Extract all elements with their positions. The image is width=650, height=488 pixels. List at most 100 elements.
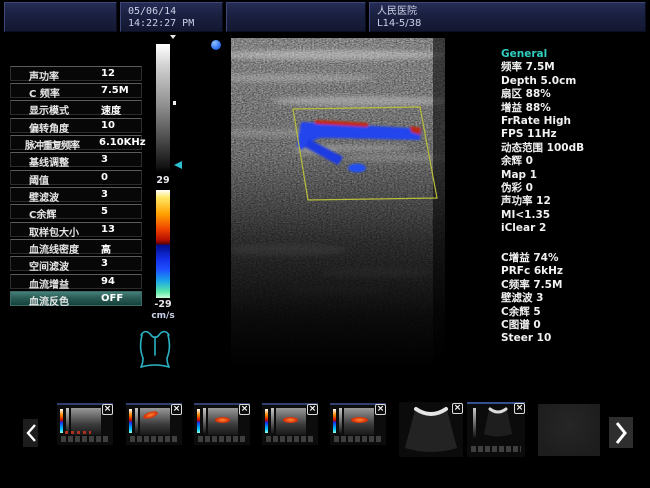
param-value: 速度 (101, 102, 121, 117)
thumbnail-1[interactable]: × (57, 403, 113, 445)
param-value: 3 (101, 189, 108, 200)
param-value: 5 (101, 206, 108, 217)
thumb-flow-blob (215, 417, 230, 423)
velocity-unit-label: cm/s (146, 311, 180, 321)
param-value: 高 (101, 241, 111, 256)
param-value: 13 (101, 224, 115, 235)
info-line-steer: Steer 10 (501, 332, 647, 345)
thumbnail-2[interactable]: × (126, 403, 182, 445)
thumbnail-3[interactable]: × (194, 403, 250, 445)
param-row-threshold[interactable]: 阈值0 (10, 170, 142, 185)
param-label: 血流增益 (29, 276, 69, 291)
param-row-color-gain[interactable]: 血流增益 94 (10, 274, 142, 289)
thumb-button-row (130, 436, 178, 442)
datetime-text: 05/06/1414:22:27 PM (128, 6, 194, 30)
date-text: 05/06/14 (128, 6, 176, 17)
ultrasound-image[interactable] (231, 38, 445, 368)
thumb-button-row (471, 446, 521, 452)
param-row-steer-angle[interactable]: 偏转角度10 (10, 118, 142, 133)
param-value: 6.10KHz (99, 137, 146, 148)
thumb-flow-blob (142, 410, 158, 420)
param-value: 94 (101, 276, 115, 287)
param-label: 空间滤波 (29, 258, 69, 273)
param-row-prf[interactable]: 脉冲重复频率6.10KHz (10, 135, 142, 150)
param-row-c-frequency[interactable]: C 频率7.5M (10, 83, 142, 98)
time-text: 14:22:27 PM (128, 18, 194, 29)
chevron-left-icon (25, 423, 37, 443)
param-label: 血流反色 (29, 293, 69, 308)
thumb-colorbar (60, 409, 63, 433)
thumb-button-row (198, 436, 246, 442)
thumbnail-5[interactable]: × (330, 403, 386, 445)
info-line-cgain: C增益 74% (501, 252, 647, 265)
param-label: 脉冲重复频率 (25, 137, 79, 152)
param-label: 基线调整 (29, 154, 69, 169)
thumb-colorbar (129, 409, 132, 433)
param-value: 12 (101, 68, 115, 79)
param-row-wall-filter[interactable]: 壁滤波 3 (10, 187, 142, 202)
probe-model: L14-5/38 (377, 18, 421, 29)
b-mode-info-panel: General 频率 7.5M Depth 5.0cm 扇区 88% 增益 88… (501, 48, 647, 236)
info-line-power: 声功率 12 (501, 195, 647, 208)
param-label: 偏转角度 (29, 120, 69, 135)
info-line-mi: MI<1.35 (501, 209, 647, 222)
param-label: 阈值 (29, 172, 49, 187)
thumb-colorbar (333, 409, 336, 433)
info-line-gain: 增益 88% (501, 102, 647, 115)
close-thumbnail-button[interactable]: × (307, 404, 318, 415)
info-line-wallfilter: 壁滤波 3 (501, 292, 647, 305)
thumb-flow-dots (65, 431, 91, 434)
thumb-image (344, 408, 374, 435)
param-label: 取样包大小 (29, 224, 79, 239)
focus-marker-icon (173, 101, 176, 105)
param-label: 壁滤波 (29, 189, 59, 204)
thumbnail-7[interactable]: × (467, 402, 525, 457)
close-thumbnail-button[interactable]: × (452, 403, 463, 414)
param-row-acoustic-power[interactable]: 声功率12 (10, 66, 142, 81)
thumb-graybar (473, 408, 476, 438)
param-row-display-mode[interactable]: 显示模式 速度 (10, 100, 142, 115)
thumbnail-8-empty[interactable] (538, 404, 600, 456)
next-page-button[interactable] (609, 417, 633, 448)
info-line-pseudocolor: 伪彩 0 (501, 182, 647, 195)
info-line-sector: 扇区 88% (501, 88, 647, 101)
param-row-packet-size[interactable]: 取样包大小 13 (10, 222, 142, 237)
close-thumbnail-button[interactable]: × (375, 404, 386, 415)
doppler-colorbar (156, 190, 170, 298)
c-mode-info-panel: C增益 74% PRFc 6kHz C频率 7.5M 壁滤波 3 C余辉 5 C… (501, 252, 647, 346)
close-thumbnail-button[interactable]: × (239, 404, 250, 415)
thumb-flow-blob (351, 417, 368, 423)
thumb-graybar (203, 408, 206, 434)
param-row-c-persistence[interactable]: C余辉5 (10, 204, 142, 219)
grayscale-bar (156, 44, 170, 172)
info-line-cpersist: C余辉 5 (501, 306, 647, 319)
param-value: 3 (101, 258, 108, 269)
thumb-graybar (271, 408, 274, 434)
param-row-flow-invert-selected[interactable]: 血流反色OFF (10, 291, 142, 306)
topbar-exam-panel (226, 2, 366, 32)
info-line-depth: Depth 5.0cm (501, 75, 647, 88)
close-thumbnail-button[interactable]: × (102, 404, 113, 415)
info-line-prfc: PRFc 6kHz (501, 265, 647, 278)
info-line-persist: 余辉 0 (501, 155, 647, 168)
param-row-spatial-filter[interactable]: 空间滤波 3 (10, 256, 142, 271)
topbar-datetime-panel: 05/06/1414:22:27 PM (120, 2, 223, 32)
prev-page-button[interactable] (23, 419, 38, 447)
focus-arrow-icon (174, 161, 182, 169)
param-row-line-density[interactable]: 血流线密度高 (10, 239, 142, 254)
close-thumbnail-button[interactable]: × (171, 404, 182, 415)
thumb-colorbar (197, 409, 200, 433)
param-row-baseline[interactable]: 基线调整3 (10, 152, 142, 167)
thumb-button-row (266, 436, 314, 442)
hospital-name: 人民医院 (377, 6, 417, 17)
thumbnail-4[interactable]: × (262, 403, 318, 445)
thumbnail-6[interactable]: × (399, 402, 463, 457)
close-thumbnail-button[interactable]: × (514, 403, 525, 414)
chevron-right-icon (614, 421, 628, 445)
velocity-min-label: -29 (148, 299, 178, 310)
param-label: 显示模式 (29, 102, 69, 117)
ultrasound-render (231, 38, 445, 368)
info-line-cmap: C图谱 0 (501, 319, 647, 332)
velocity-max-label: 29 (150, 175, 176, 186)
topbar-hospital-panel: 人民医院L14-5/38 (369, 2, 646, 32)
